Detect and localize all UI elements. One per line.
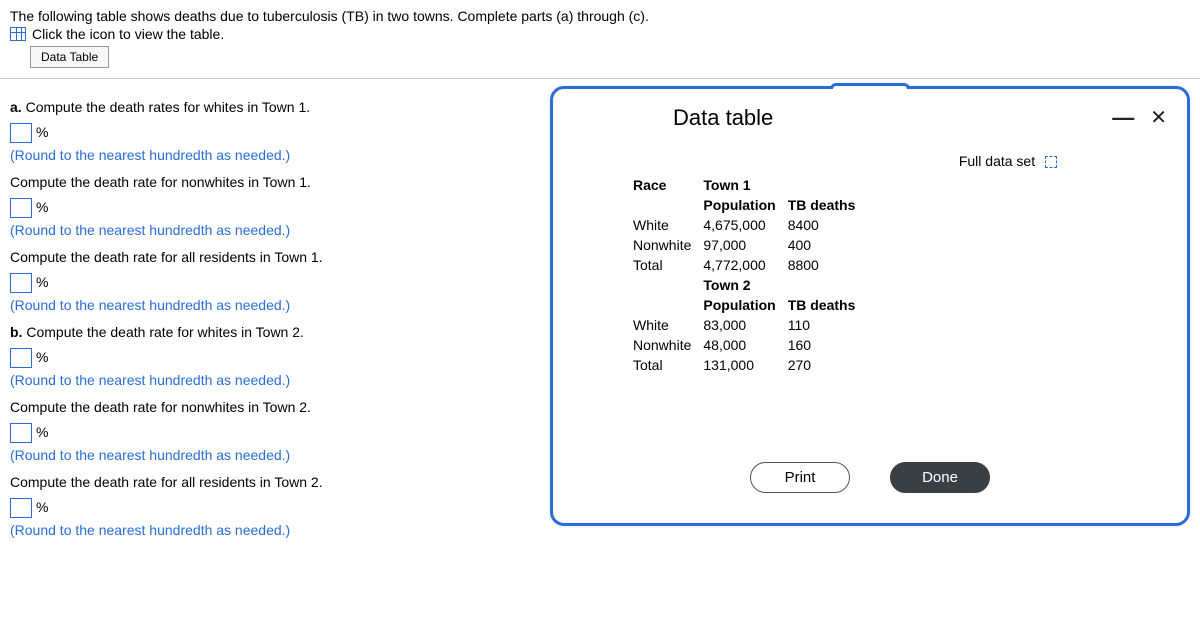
data-table-button[interactable]: Data Table	[30, 46, 109, 68]
input-b-nonwhite-town2[interactable]	[10, 423, 32, 443]
row-nonwhite: Nonwhite	[633, 335, 703, 355]
table-row: Nonwhite 97,000 400	[633, 235, 867, 255]
table-row: White 4,675,000 8400	[633, 215, 867, 235]
done-button[interactable]: Done	[890, 462, 990, 493]
header-town1: Town 1	[703, 175, 787, 195]
cell-value: 400	[788, 235, 868, 255]
header-tbdeaths: TB deaths	[788, 195, 868, 215]
full-data-set-row: Full data set	[553, 135, 1187, 175]
cell-value: 4,772,000	[703, 255, 787, 275]
input-b-all-town2[interactable]	[10, 498, 32, 518]
instructions-block: The following table shows deaths due to …	[0, 0, 1200, 72]
table-row: Race Town 1	[633, 175, 867, 195]
modal-title: Data table	[673, 105, 773, 131]
question-a-text: Compute the death rates for whites in To…	[26, 99, 311, 115]
cell-value: 110	[788, 315, 868, 335]
cell-value: 97,000	[703, 235, 787, 255]
cell-value: 8800	[788, 255, 868, 275]
table-row: Nonwhite 48,000 160	[633, 335, 867, 355]
percent-label: %	[36, 347, 48, 368]
input-a-white-town1[interactable]	[10, 123, 32, 143]
cell-value: 83,000	[703, 315, 787, 335]
copy-icon[interactable]	[1045, 156, 1057, 168]
intro-text: The following table shows deaths due to …	[10, 8, 1190, 24]
percent-label: %	[36, 497, 48, 518]
input-a-all-town1[interactable]	[10, 273, 32, 293]
data-table-modal: Data table — ✕ Full data set Race Town 1…	[550, 86, 1190, 526]
question-b-text: Compute the death rate for whites in Tow…	[26, 324, 304, 340]
close-icon[interactable]: ✕	[1150, 108, 1167, 128]
table-row: Town 2	[633, 275, 867, 295]
part-a-label: a.	[10, 99, 22, 115]
row-white: White	[633, 315, 703, 335]
input-a-nonwhite-town1[interactable]	[10, 198, 32, 218]
cell-value: 131,000	[703, 355, 787, 375]
cell-value: 48,000	[703, 335, 787, 355]
percent-label: %	[36, 197, 48, 218]
row-total: Total	[633, 355, 703, 375]
table-row: Population TB deaths	[633, 295, 867, 315]
cell-value: 4,675,000	[703, 215, 787, 235]
table-icon[interactable]	[10, 27, 26, 41]
cell-value: 8400	[788, 215, 868, 235]
cell-value: 160	[788, 335, 868, 355]
input-b-white-town2[interactable]	[10, 348, 32, 368]
header-tbdeaths: TB deaths	[788, 295, 868, 315]
row-total: Total	[633, 255, 703, 275]
table-row: Total 131,000 270	[633, 355, 867, 375]
header-population: Population	[703, 295, 787, 315]
modal-tab-handle[interactable]	[830, 83, 910, 89]
table-row: Population TB deaths	[633, 195, 867, 215]
print-button[interactable]: Print	[750, 462, 850, 493]
cell-value: 270	[788, 355, 868, 375]
table-row: Total 4,772,000 8800	[633, 255, 867, 275]
percent-label: %	[36, 422, 48, 443]
icon-instruction-text: Click the icon to view the table.	[32, 26, 224, 42]
row-nonwhite: Nonwhite	[633, 235, 703, 255]
percent-label: %	[36, 122, 48, 143]
data-table: Race Town 1 Population TB deaths White 4…	[633, 175, 1187, 375]
percent-label: %	[36, 272, 48, 293]
minimize-icon[interactable]: —	[1112, 107, 1132, 129]
header-race: Race	[633, 175, 703, 195]
part-b-label: b.	[10, 324, 22, 340]
full-data-set-label: Full data set	[959, 153, 1035, 169]
header-population: Population	[703, 195, 787, 215]
header-town2: Town 2	[703, 275, 787, 295]
table-row: White 83,000 110	[633, 315, 867, 335]
row-white: White	[633, 215, 703, 235]
